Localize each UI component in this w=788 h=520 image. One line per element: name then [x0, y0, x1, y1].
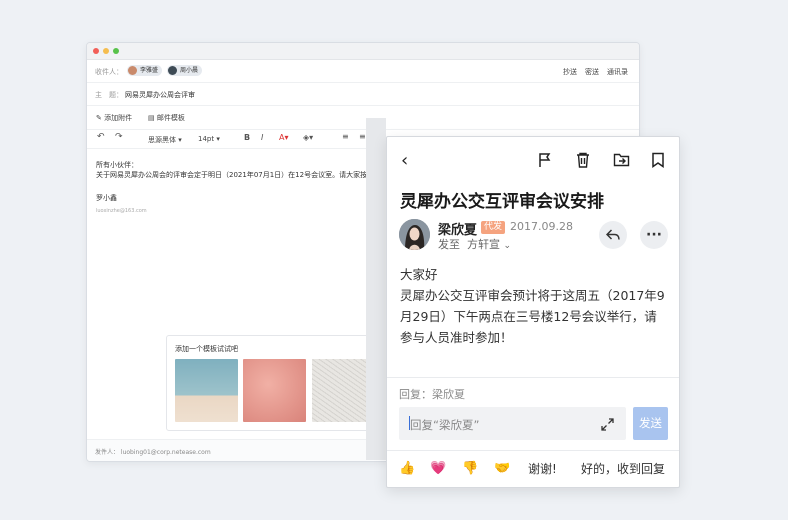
- minimize-window-button[interactable]: [103, 48, 109, 54]
- font-size-select[interactable]: 14pt ▾: [198, 135, 220, 143]
- close-window-button[interactable]: [93, 48, 99, 54]
- trash-icon[interactable]: [575, 152, 591, 171]
- send-to-label: 发至: [438, 238, 460, 251]
- subject-input[interactable]: 网易灵犀办公周会评审: [125, 90, 195, 100]
- mail-body: 大家好 灵犀办公交互评审会预计将于这周五（2017年9月29日）下午两点在三号楼…: [400, 264, 666, 348]
- reply-to-label: 回复：梁欣夏: [399, 388, 465, 401]
- template-thumbnail[interactable]: [243, 359, 306, 422]
- move-to-folder-icon[interactable]: [613, 152, 630, 171]
- template-prompt: 添加一个模板试试吧: [175, 345, 238, 353]
- align-left-icon[interactable]: ≡: [342, 132, 349, 141]
- subject-row: 主 题： 网易灵犀办公周会评审: [87, 83, 639, 106]
- bcc-link[interactable]: 密送: [585, 67, 599, 77]
- redo-icon[interactable]: ↷: [115, 132, 123, 142]
- recipients-toggle[interactable]: 发至 方轩宣 ⌄: [438, 236, 511, 252]
- italic-icon[interactable]: I: [261, 133, 263, 142]
- recipients-row: 收件人： 李雅盛 周小晨 抄送 密送 通讯录: [87, 60, 639, 83]
- paperclip-icon: ✎: [96, 114, 102, 122]
- recipient-name: 李雅盛: [140, 67, 159, 74]
- recipient-chip[interactable]: 李雅盛: [127, 65, 163, 76]
- align-center-icon[interactable]: ≡: [359, 132, 366, 141]
- mail-title: 灵犀办公交互评审会议安排: [400, 192, 604, 212]
- window-titlebar: [87, 43, 639, 60]
- quick-reply-received[interactable]: 好的，收到回复: [581, 460, 665, 477]
- mail-template-button[interactable]: ▤ 邮件模板: [148, 113, 185, 123]
- chevron-left-icon[interactable]: ‹: [401, 152, 408, 170]
- divider: [387, 450, 679, 451]
- send-button[interactable]: 发送: [633, 407, 668, 440]
- reply-input[interactable]: 回复“梁欣夏”: [399, 407, 626, 440]
- avatar: [128, 66, 137, 75]
- signature-name: 罗小鑫: [96, 194, 117, 202]
- proxy-send-badge: 代发: [481, 221, 506, 234]
- contacts-link[interactable]: 通讯录: [607, 67, 628, 77]
- reply-placeholder: 回复“梁欣夏”: [410, 418, 480, 432]
- flag-icon[interactable]: [537, 152, 553, 171]
- font-select[interactable]: 思源黑体 ▾: [148, 135, 182, 145]
- subject-label: 主 题：: [95, 91, 123, 99]
- thumbs-down-icon[interactable]: 👎: [462, 461, 478, 476]
- mail-date: 2017.09.28: [510, 220, 573, 233]
- mail-detail-card: ‹ 灵犀办公交互评审会议安排 梁欣夏 代发 2017.09.28 发至 方轩宣 …: [386, 136, 680, 488]
- chevron-down-icon: ⌄: [503, 241, 512, 251]
- undo-icon[interactable]: ↶: [97, 132, 105, 142]
- avatar: [399, 219, 430, 250]
- reply-icon[interactable]: [599, 221, 627, 249]
- recipient-name: 周小晨: [180, 67, 199, 74]
- add-attachment-button[interactable]: ✎ 添加附件: [96, 113, 132, 123]
- template-icon: ▤: [148, 114, 155, 122]
- template-thumbnail[interactable]: [175, 359, 238, 422]
- highlight-icon[interactable]: ◈▾: [303, 133, 313, 142]
- cc-link[interactable]: 抄送: [563, 67, 577, 77]
- expand-icon[interactable]: [601, 416, 614, 435]
- body-text: 灵犀办公交互评审会预计将于这周五（2017年9月29日）下午两点在三号楼12号会…: [400, 288, 665, 345]
- body-line: 所有小伙伴：: [96, 161, 138, 169]
- maximize-window-button[interactable]: [113, 48, 119, 54]
- greeting-text: 大家好: [400, 267, 438, 282]
- sender-info: 发件人： luobing01@corp.netease.com: [95, 449, 211, 456]
- quick-reply-thanks[interactable]: 谢谢!: [528, 460, 557, 477]
- to-label: 收件人：: [95, 68, 123, 76]
- avatar: [168, 66, 177, 75]
- heart-icon[interactable]: 💗: [430, 461, 446, 476]
- font-color-icon[interactable]: A▾: [279, 133, 289, 142]
- recipient-name: 方轩宣: [467, 238, 500, 251]
- bookmark-icon[interactable]: [651, 152, 665, 171]
- recipient-chip[interactable]: 周小晨: [167, 65, 203, 76]
- handshake-icon[interactable]: 🤝: [494, 461, 510, 476]
- body-line: 关于网易灵犀办公周会的评审会定于明日（2021年07月1日）在12号会议室。请大…: [96, 171, 388, 179]
- divider: [387, 377, 679, 378]
- overlay-shadow: [366, 118, 386, 460]
- bold-icon[interactable]: B: [244, 133, 250, 142]
- more-icon[interactable]: ···: [640, 221, 668, 249]
- thumbs-up-icon[interactable]: 👍: [399, 461, 415, 476]
- signature-email: luoxinzhe@163.com: [96, 208, 147, 214]
